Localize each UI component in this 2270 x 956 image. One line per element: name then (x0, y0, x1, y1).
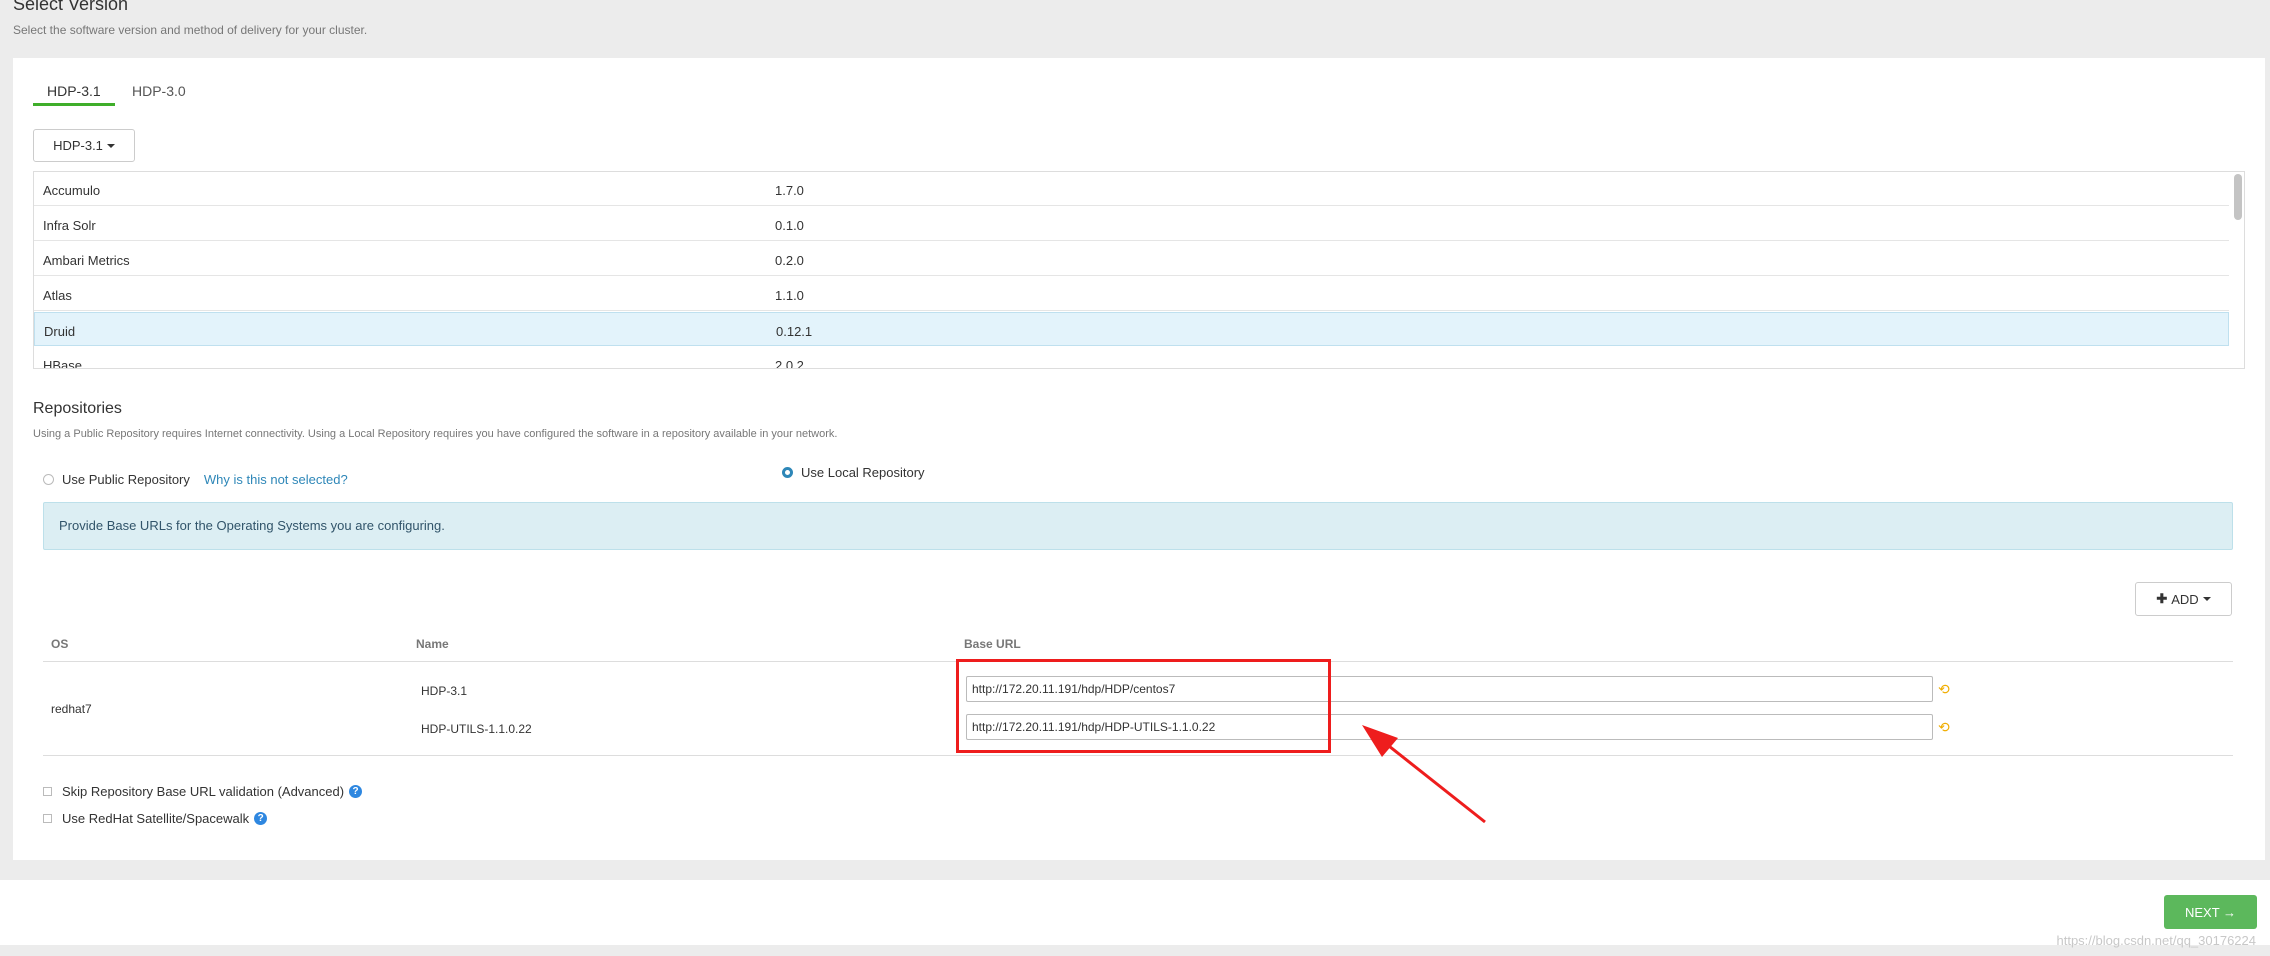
annotation-arrow (1362, 725, 1486, 824)
next-button[interactable]: NEXT → (2164, 895, 2257, 929)
watermark: https://blog.csdn.net/qq_30176224 (2056, 933, 2257, 948)
footer-bar (0, 880, 2270, 945)
